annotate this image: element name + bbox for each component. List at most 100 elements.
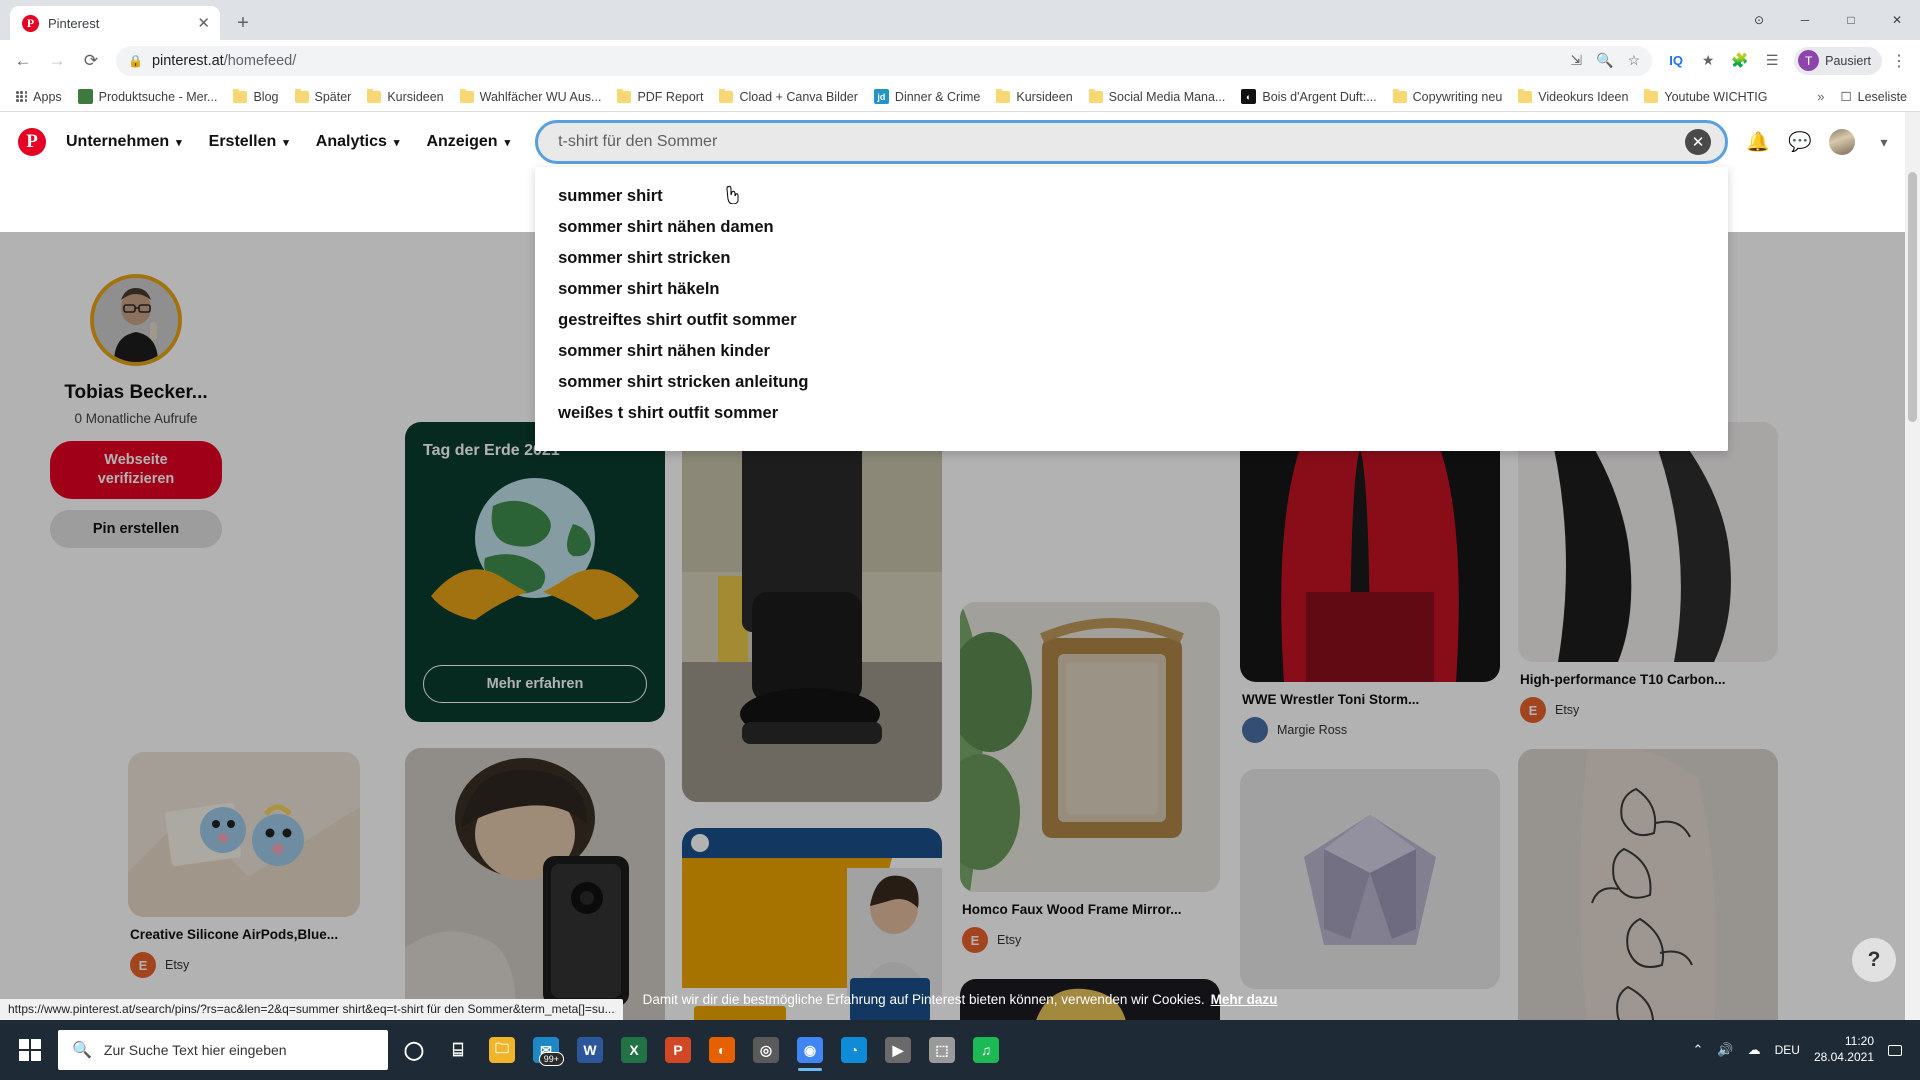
bookmark-label: Produktsuche - Mer...	[98, 89, 218, 104]
chrome-menu-icon[interactable]: ⋮	[1886, 47, 1912, 75]
pinterest-logo-icon[interactable]: P	[18, 128, 46, 156]
taskbar-chrome-button[interactable]: ◉	[788, 1026, 832, 1074]
iq-extension-icon[interactable]: IQ	[1662, 47, 1690, 75]
install-icon[interactable]: ⇲	[1570, 52, 1582, 69]
bell-icon[interactable]: 🔔	[1740, 124, 1776, 160]
star-icon[interactable]: ☆	[1628, 52, 1641, 69]
messages-icon[interactable]: 💬	[1782, 124, 1818, 160]
avatar[interactable]	[1824, 124, 1860, 160]
browser-tab[interactable]: P Pinterest ✕	[10, 6, 220, 40]
bookmark-label: Apps	[33, 89, 62, 104]
bookmark-item[interactable]: Youtube WICHTIG	[1637, 87, 1774, 107]
taskbar-spotify-button[interactable]: ♫	[964, 1026, 1008, 1074]
site-icon: ◐	[1241, 89, 1257, 104]
chevron-down-icon: ▾	[176, 136, 182, 149]
bookmark-item[interactable]: Social Media Mana...	[1082, 87, 1233, 107]
nav-item-analytics[interactable]: Analytics ▾	[305, 125, 411, 159]
folder-icon	[1644, 88, 1659, 103]
forward-icon[interactable]: →	[42, 46, 72, 76]
bookmark-item[interactable]: ◐ Bois d'Argent Duft:...	[1234, 86, 1383, 107]
bookmark-item[interactable]: Produktsuche - Mer...	[71, 86, 225, 107]
page-scrollbar[interactable]	[1905, 112, 1920, 1020]
zoom-search-icon[interactable]: 🔍	[1596, 52, 1613, 69]
browser-profile-chip[interactable]: T Pausiert	[1794, 46, 1882, 75]
bookmarks-overflow-icon[interactable]: »	[1811, 89, 1830, 104]
list-extension-icon[interactable]: ☰	[1758, 47, 1786, 75]
taskbar-excel-button[interactable]: X	[612, 1026, 656, 1074]
network-icon[interactable]: ☁	[1748, 1042, 1761, 1058]
bookmark-item[interactable]: Videokurs Ideen	[1511, 87, 1635, 107]
folder-icon	[719, 88, 734, 103]
suggestion-label: sommer shirt nähen kinder	[558, 342, 770, 360]
bookmark-item[interactable]: jd Dinner & Crime	[867, 86, 987, 107]
suggestion-item[interactable]: sommer shirt stricken anleitung	[535, 367, 1728, 398]
taskbar-task-view-button[interactable]: ⌸	[436, 1026, 480, 1074]
reading-list-button[interactable]: ☐ Leseliste	[1840, 89, 1911, 105]
taskbar-powerpoint-button[interactable]: P	[656, 1026, 700, 1074]
chevron-up-icon[interactable]: ⌃	[1693, 1042, 1704, 1058]
address-bar[interactable]: 🔒 pinterest.at/homefeed/ ⇲ 🔍 ☆	[116, 45, 1653, 76]
taskbar-search-input[interactable]: 🔍 Zur Suche Text hier eingeben	[58, 1030, 388, 1070]
scrollbar-thumb[interactable]	[1908, 172, 1917, 422]
minimize-button[interactable]: ─	[1782, 4, 1828, 36]
chevron-down-icon[interactable]: ▾	[1866, 124, 1902, 160]
suggestion-label: sommer shirt stricken anleitung	[558, 373, 809, 391]
taskbar-cortana-button[interactable]: ◯	[392, 1026, 436, 1074]
taskbar-photos-button[interactable]: ⬚	[920, 1026, 964, 1074]
close-icon[interactable]: ✕	[197, 16, 210, 31]
suggestion-item[interactable]: sommer shirt nähen damen	[535, 212, 1728, 243]
firefox-icon: ◐	[709, 1037, 735, 1063]
taskbar-firefox-button[interactable]: ◐	[700, 1026, 744, 1074]
clock-time: 11:20	[1844, 1034, 1874, 1049]
taskbar-mail-button[interactable]: ✉ 99+	[524, 1026, 568, 1074]
bookmark-item[interactable]: Kursideen	[360, 87, 450, 107]
bookmark-item[interactable]: Blog	[226, 87, 285, 107]
word-icon: W	[577, 1037, 603, 1063]
bookmark-item[interactable]: Apps	[9, 87, 69, 107]
translate-extension-icon[interactable]: ★	[1694, 47, 1722, 75]
search-area: t-shirt für den Sommer ✕ summer shirt som…	[535, 120, 1728, 451]
nav-item-unternehmen[interactable]: Unternehmen ▾	[55, 125, 193, 159]
file-explorer-icon: 🗀	[489, 1037, 515, 1063]
chevron-down-icon: ▾	[504, 136, 511, 149]
search-suggestions-dropdown: summer shirt sommer shirt nähen damen somm…	[535, 167, 1728, 451]
new-tab-button[interactable]: +	[228, 8, 258, 38]
suggestion-item[interactable]: summer shirt	[535, 181, 1728, 212]
bookmark-item[interactable]: Cload + Canva Bilder	[712, 87, 864, 107]
nav-item-erstellen[interactable]: Erstellen ▾	[198, 125, 300, 159]
nav-item-anzeigen[interactable]: Anzeigen ▾	[415, 125, 521, 159]
taskbar-browser-button[interactable]: ◎	[744, 1026, 788, 1074]
suggestion-item[interactable]: sommer shirt stricken	[535, 243, 1728, 274]
suggestion-item[interactable]: weißes t shirt outfit sommer	[535, 398, 1728, 429]
record-icon[interactable]: ⊙	[1736, 4, 1782, 36]
profile-status-label: Pausiert	[1825, 53, 1871, 68]
bookmark-item[interactable]: Copywriting neu	[1386, 87, 1510, 107]
search-input[interactable]: t-shirt für den Sommer ✕	[535, 120, 1728, 164]
taskbar-video-editor-button[interactable]: ▶	[876, 1026, 920, 1074]
bookmark-item[interactable]: Später	[288, 87, 359, 107]
maximize-button[interactable]: □	[1828, 4, 1874, 36]
help-button[interactable]: ?	[1852, 938, 1896, 982]
reload-icon[interactable]: ⟳	[76, 46, 106, 76]
suggestion-item[interactable]: sommer shirt häkeln	[535, 274, 1728, 305]
bookmark-item[interactable]: Kursideen	[989, 87, 1079, 107]
suggestion-item[interactable]: sommer shirt nähen kinder	[535, 336, 1728, 367]
cookie-more-link[interactable]: Mehr dazu	[1211, 992, 1278, 1007]
clear-search-button[interactable]: ✕	[1685, 129, 1711, 155]
bookmark-label: Kursideen	[387, 89, 444, 104]
bookmark-item[interactable]: Wahlfächer WU Aus...	[453, 87, 609, 107]
bookmarks-overflow-area: » ☐ Leseliste	[1811, 89, 1911, 104]
close-window-button[interactable]: ✕	[1874, 4, 1920, 36]
bookmark-item[interactable]: PDF Report	[610, 87, 710, 107]
volume-icon[interactable]: 🔊	[1717, 1042, 1733, 1058]
taskbar-file-explorer-button[interactable]: 🗀	[480, 1026, 524, 1074]
puzzle-extension-icon[interactable]: 🧩	[1726, 47, 1754, 75]
start-button[interactable]	[6, 1026, 54, 1074]
taskbar-word-button[interactable]: W	[568, 1026, 612, 1074]
taskbar-edge-button[interactable]: ◔	[832, 1026, 876, 1074]
notification-icon[interactable]	[1888, 1044, 1902, 1056]
suggestion-item[interactable]: gestreiftes shirt outfit sommer	[535, 305, 1728, 336]
taskbar-clock[interactable]: 11:20 28.04.2021	[1814, 1034, 1874, 1065]
back-icon[interactable]: ←	[8, 46, 38, 76]
language-indicator[interactable]: DEU	[1775, 1043, 1800, 1057]
